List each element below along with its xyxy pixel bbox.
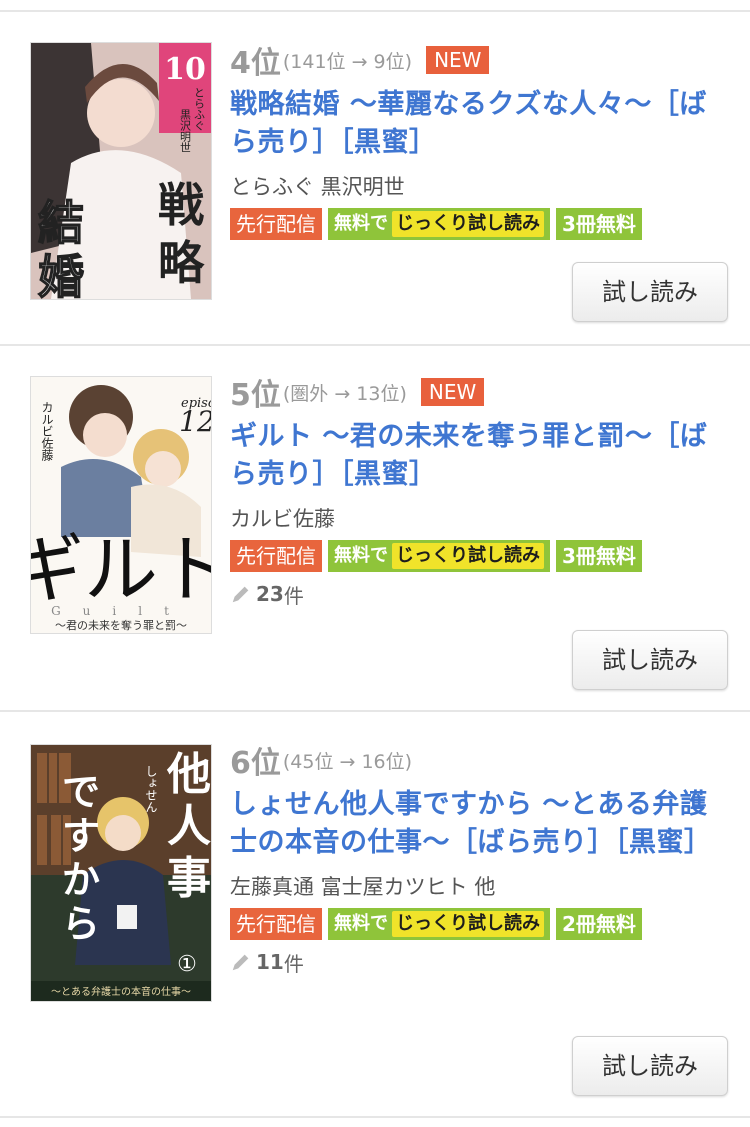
svg-text:す: す xyxy=(62,813,100,858)
book-cover-3[interactable]: 〜とある弁護士の本音の仕事〜 しょせん 他 人 事 で す か ら ① xyxy=(30,744,212,1002)
trial-main: じっくり試し読み xyxy=(392,211,544,237)
review-count[interactable]: 23 件 xyxy=(230,578,732,610)
svg-text:12: 12 xyxy=(179,405,211,438)
ranking-item-2[interactable]: episode 12 カルビ佐藤 ギルト Guilt 〜君の未来を奪う罪と罰〜 … xyxy=(0,372,750,702)
rank-number: 5位 xyxy=(230,378,281,413)
book-title-link[interactable]: ギルト 〜君の未来を奪う罪と罰〜［ばら売り］［黒蜜］ xyxy=(230,418,732,494)
review-number: 23 xyxy=(256,582,284,606)
rank-movement: (圏外 → 13位) xyxy=(282,382,407,405)
badge-row: 先行配信 無料で じっくり試し読み 3冊無料 xyxy=(230,540,732,572)
preview-button[interactable]: 試し読み xyxy=(572,1036,728,1096)
svg-text:略: 略 xyxy=(158,236,205,290)
rank-line: 5位 (圏外 → 13位) NEW xyxy=(230,372,732,413)
rank-movement: (45位 → 16位) xyxy=(282,750,413,773)
free-volumes-badge: 2冊無料 xyxy=(556,908,642,940)
svg-text:黒沢明世: 黒沢明世 xyxy=(179,109,192,153)
item-info-3: 6位 (45位 → 16位) しょせん他人事ですから 〜とある弁護士の本音の仕事… xyxy=(230,740,732,978)
preview-button[interactable]: 試し読み xyxy=(572,262,728,322)
rank-line: 6位 (45位 → 16位) xyxy=(230,740,732,781)
free-trial-badge: 無料で じっくり試し読み xyxy=(328,908,550,940)
rank-line: 4位 (141位 → 9位) NEW xyxy=(230,40,732,81)
svg-text:ギルト: ギルト xyxy=(31,527,211,613)
trial-main: じっくり試し読み xyxy=(392,911,544,937)
trial-prefix: 無料で xyxy=(334,913,388,934)
svg-text:10: 10 xyxy=(164,52,206,87)
svg-text:で: で xyxy=(62,769,100,814)
badge-row: 先行配信 無料で じっくり試し読み 3冊無料 xyxy=(230,208,732,240)
free-volumes-badge: 3冊無料 xyxy=(556,540,642,572)
divider-2 xyxy=(0,710,750,712)
advance-release-badge: 先行配信 xyxy=(230,908,322,940)
svg-text:か: か xyxy=(62,857,100,902)
review-unit: 件 xyxy=(283,951,304,976)
svg-text:婚: 婚 xyxy=(38,250,84,299)
review-unit: 件 xyxy=(283,583,304,608)
svg-text:〜君の未来を奪う罪と罰〜: 〜君の未来を奪う罪と罰〜 xyxy=(55,618,187,632)
item-info-2: 5位 (圏外 → 13位) NEW ギルト 〜君の未来を奪う罪と罰〜［ばら売り］… xyxy=(230,372,732,610)
svg-text:Guilt: Guilt xyxy=(51,604,191,618)
book-cover-1[interactable]: 10 とらふぐ 黒沢明世 戦 略 結 婚 xyxy=(30,42,212,300)
svg-text:人: 人 xyxy=(167,801,211,852)
book-cover-2[interactable]: episode 12 カルビ佐藤 ギルト Guilt 〜君の未来を奪う罪と罰〜 xyxy=(30,376,212,634)
author-names[interactable]: とらふぐ 黒沢明世 xyxy=(230,172,732,202)
svg-text:〜とある弁護士の本音の仕事〜: 〜とある弁護士の本音の仕事〜 xyxy=(51,985,191,998)
advance-release-badge: 先行配信 xyxy=(230,208,322,240)
free-trial-badge: 無料で じっくり試し読み xyxy=(328,540,550,572)
ranking-item-3[interactable]: 〜とある弁護士の本音の仕事〜 しょせん 他 人 事 で す か ら ① 6位 (… xyxy=(0,740,750,1110)
svg-text:他: 他 xyxy=(166,749,211,800)
book-title-link[interactable]: 戦略結婚 〜華麗なるクズな人々〜［ばら売り］［黒蜜］ xyxy=(230,86,732,162)
author-names[interactable]: 左藤真通 富士屋カツヒト 他 xyxy=(230,872,732,902)
trial-prefix: 無料で xyxy=(334,545,388,566)
svg-text:とらふぐ: とらふぐ xyxy=(193,87,206,131)
rank-number: 4位 xyxy=(230,46,281,81)
new-badge: NEW xyxy=(420,378,485,406)
badge-row: 先行配信 無料で じっくり試し読み 2冊無料 xyxy=(230,908,732,940)
book-title-link[interactable]: しょせん他人事ですから 〜とある弁護士の本音の仕事〜［ばら売り］［黒蜜］ xyxy=(230,786,732,862)
svg-text:結: 結 xyxy=(38,196,84,250)
pencil-icon xyxy=(232,954,249,971)
ranking-item-1[interactable]: 10 とらふぐ 黒沢明世 戦 略 結 婚 4位 (141位 → 9位) NEW … xyxy=(0,40,750,340)
svg-text:ら: ら xyxy=(62,901,100,946)
trial-prefix: 無料で xyxy=(334,213,388,234)
pencil-icon xyxy=(232,586,249,603)
trial-main: じっくり試し読み xyxy=(392,543,544,569)
author-names[interactable]: カルビ佐藤 xyxy=(230,504,732,534)
advance-release-badge: 先行配信 xyxy=(230,540,322,572)
svg-text:①: ① xyxy=(177,952,197,977)
review-count[interactable]: 11 件 xyxy=(230,946,732,978)
divider-top xyxy=(0,10,750,12)
free-volumes-badge: 3冊無料 xyxy=(556,208,642,240)
svg-text:カルビ佐藤: カルビ佐藤 xyxy=(40,401,54,461)
new-badge: NEW xyxy=(426,46,490,74)
rank-movement: (141位 → 9位) xyxy=(282,50,413,73)
divider-bottom xyxy=(0,1116,750,1118)
divider-1 xyxy=(0,344,750,346)
free-trial-badge: 無料で じっくり試し読み xyxy=(328,208,550,240)
preview-button[interactable]: 試し読み xyxy=(572,630,728,690)
svg-text:しょせん: しょせん xyxy=(144,765,158,813)
rank-number: 6位 xyxy=(230,746,281,781)
item-info-1: 4位 (141位 → 9位) NEW 戦略結婚 〜華麗なるクズな人々〜［ばら売り… xyxy=(230,40,732,240)
review-number: 11 xyxy=(256,950,284,974)
svg-text:戦: 戦 xyxy=(158,178,204,232)
svg-text:事: 事 xyxy=(167,853,211,904)
